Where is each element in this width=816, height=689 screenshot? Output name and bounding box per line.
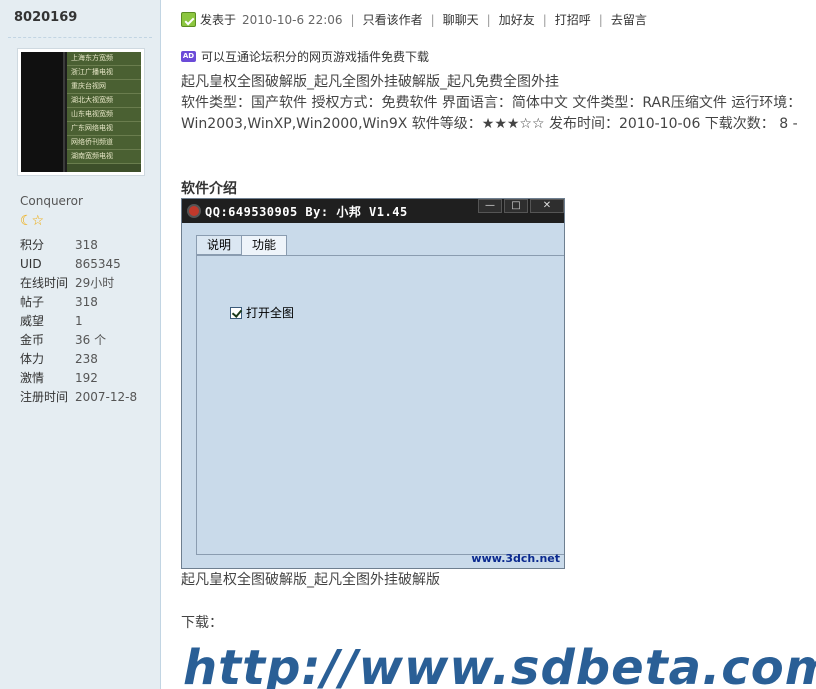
open-map-checkbox: 打开全图 — [230, 304, 294, 321]
user-rank-title: Conqueror — [20, 194, 83, 208]
stat-value: 865345 — [75, 257, 121, 271]
stat-label: 在线时间 — [20, 276, 69, 290]
stat-row: 激情 192 — [20, 370, 137, 389]
image-caption: 起凡皇权全图破解版_起凡全图外挂破解版 — [181, 572, 440, 588]
stat-value: 192 — [75, 371, 98, 385]
ad-icon: AD — [181, 51, 196, 62]
stat-row: UID 865345 — [20, 256, 137, 275]
post-time: 2010-10-6 22:06 — [242, 12, 343, 27]
username[interactable]: 8020169 — [14, 10, 77, 25]
ad-banner: AD 可以互通论坛积分的网页游戏插件免费下载 — [181, 48, 429, 65]
post-content: 起凡皇权全图破解版_起凡全图外挂破解版_起凡免费全图外挂 软件类型：国产软件 授… — [181, 72, 811, 135]
stat-value: 2007-12-8 — [75, 390, 138, 404]
user-sidebar: 8020169 上海东方宽频 浙江广播电视 重庆台视网 湖北大视宽频 山东电视宽… — [0, 0, 161, 689]
separator: | — [598, 12, 603, 27]
add-friend-link[interactable]: 加好友 — [499, 11, 535, 28]
window-controls: — □ ✕ — [476, 199, 564, 213]
separator: | — [486, 12, 491, 27]
separator: | — [542, 12, 547, 27]
user-stats: 积分 318 UID 865345 在线时间 29小时 帖子 318 威望 1 金币 36 … — [20, 237, 137, 408]
app-tabs: 说明 功能 — [196, 235, 288, 256]
tab-function: 功能 — [241, 235, 288, 256]
stat-label: 帖子 — [20, 295, 45, 309]
stat-value: 318 — [75, 295, 98, 309]
online-status-icon — [181, 12, 196, 27]
sidebar-divider — [8, 37, 152, 38]
separator: | — [430, 12, 435, 27]
software-screenshot[interactable]: QQ:649530905 By: 小邦 V1.45 — □ ✕ 说明 功能 打开… — [181, 198, 565, 569]
stat-row: 威望 1 — [20, 313, 137, 332]
checkbox-checked-icon — [230, 306, 242, 319]
avatar-dark-strip — [21, 52, 65, 172]
download-link[interactable]: http://www.sdbeta.com/ — [183, 638, 816, 689]
posted-label: 发表于 — [200, 13, 237, 27]
stat-label: 注册时间 — [20, 390, 69, 404]
download-label: 下载： — [181, 615, 223, 631]
stat-value: 318 — [75, 238, 98, 252]
avatar-menu-item: 网络侨刊频道 — [67, 136, 141, 150]
avatar-menu-item: 重庆台视网 — [67, 80, 141, 94]
stat-value: 1 — [75, 314, 83, 328]
stat-row: 积分 318 — [20, 237, 137, 256]
avatar-menu-item: 湖北大视宽频 — [67, 94, 141, 108]
stat-row: 体力 238 — [20, 351, 137, 370]
avatar-menu: 上海东方宽频 浙江广播电视 重庆台视网 湖北大视宽频 山东电视宽频 广东网络电视… — [67, 52, 141, 172]
software-info: 软件类型：国产软件 授权方式：免费软件 界面语言：简体中文 文件类型：RAR压缩… — [181, 95, 802, 132]
section-title: 软件介绍 — [181, 181, 237, 197]
stat-label: 激情 — [20, 371, 45, 385]
only-author-link[interactable]: 只看该作者 — [363, 11, 423, 28]
avatar-menu-item: 湖南宽频电视 — [67, 150, 141, 164]
stat-value: 36 个 — [75, 333, 107, 347]
stat-label: 积分 — [20, 238, 45, 252]
rank-moon-star-icon: ☾☆ — [20, 213, 44, 229]
checkbox-label: 打开全图 — [246, 306, 295, 320]
avatar-menu-item: 山东电视宽频 — [67, 108, 141, 122]
watermark: www.3dch.net — [471, 552, 560, 565]
avatar-menu-item: 浙江广播电视 — [67, 66, 141, 80]
greet-link[interactable]: 打招呼 — [555, 11, 591, 28]
stat-label: 金币 — [20, 333, 45, 347]
maximize-icon: □ — [504, 199, 528, 213]
chat-link[interactable]: 聊聊天 — [443, 11, 479, 28]
tab-panel — [196, 255, 564, 555]
stat-label: 体力 — [20, 352, 45, 366]
stat-row: 金币 36 个 — [20, 332, 137, 351]
close-icon: ✕ — [530, 199, 564, 213]
minimize-icon: — — [478, 199, 502, 213]
avatar-image: 上海东方宽频 浙江广播电视 重庆台视网 湖北大视宽频 山东电视宽频 广东网络电视… — [21, 52, 141, 172]
stat-row: 在线时间 29小时 — [20, 275, 137, 294]
stat-label: UID — [20, 257, 42, 271]
avatar-menu-item: 上海东方宽频 — [67, 52, 141, 66]
stat-value: 29小时 — [75, 276, 115, 290]
leave-message-link[interactable]: 去留言 — [611, 11, 647, 28]
ad-link[interactable]: 可以互通论坛积分的网页游戏插件免费下载 — [201, 48, 429, 65]
post-info-bar: 发表于 2010-10-6 22:06 | 只看该作者 | 聊聊天 | 加好友 … — [181, 11, 647, 28]
stat-row: 注册时间 2007-12-8 — [20, 389, 137, 408]
separator: | — [350, 12, 355, 27]
app-titlebar: QQ:649530905 By: 小邦 V1.45 — □ ✕ — [182, 199, 564, 223]
stat-row: 帖子 318 — [20, 294, 137, 313]
app-logo-icon — [187, 204, 201, 218]
avatar-menu-item: 广东网络电视 — [67, 122, 141, 136]
tab-description: 说明 — [196, 235, 243, 255]
app-title: QQ:649530905 By: 小邦 V1.45 — [205, 204, 408, 219]
post-title-line: 起凡皇权全图破解版_起凡全图外挂破解版_起凡免费全图外挂 — [181, 74, 559, 90]
stat-value: 238 — [75, 352, 98, 366]
stat-label: 威望 — [20, 314, 45, 328]
avatar[interactable]: 上海东方宽频 浙江广播电视 重庆台视网 湖北大视宽频 山东电视宽频 广东网络电视… — [17, 48, 145, 176]
